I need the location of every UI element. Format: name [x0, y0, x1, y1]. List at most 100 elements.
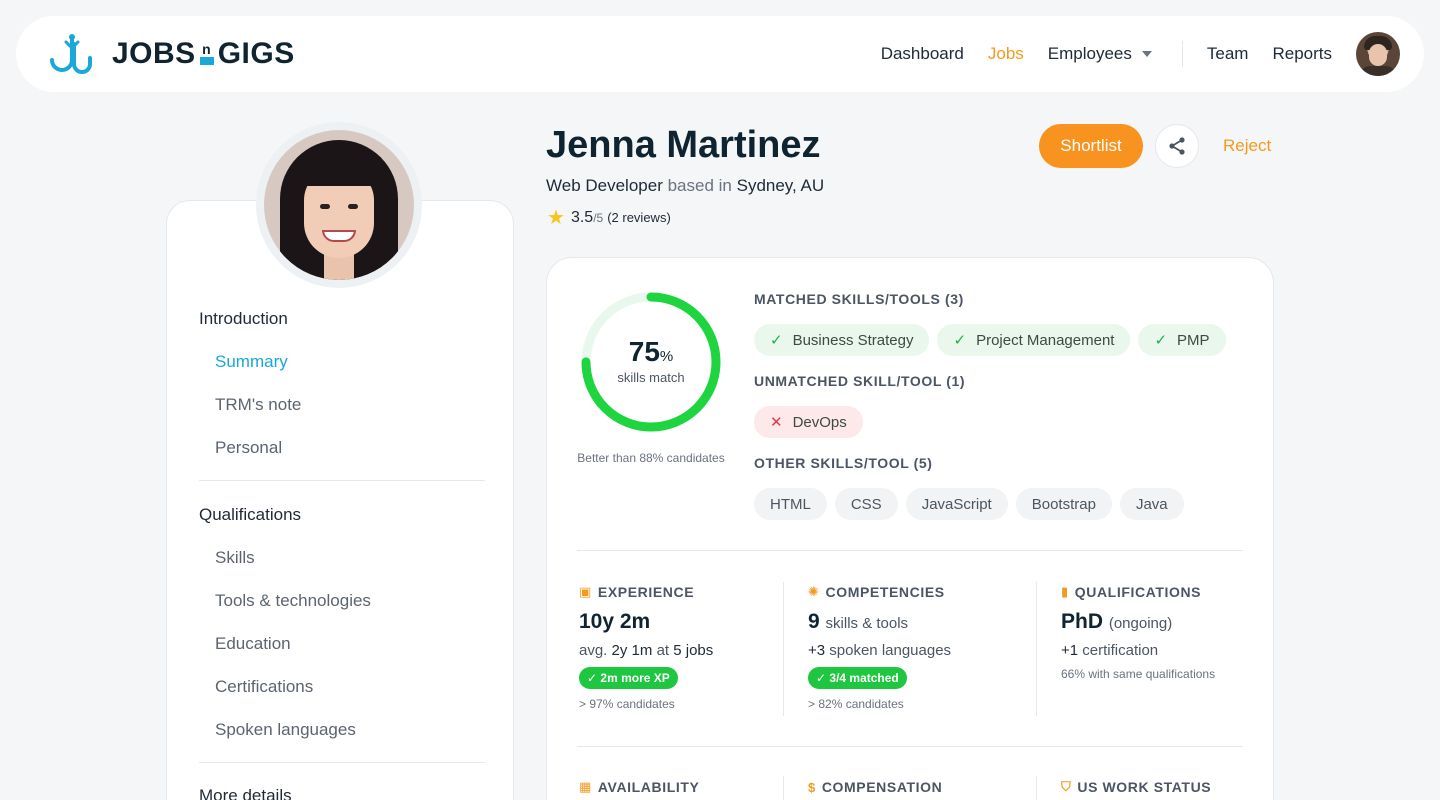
candidate-role: Web Developer — [546, 176, 663, 195]
check-icon: ✓ — [953, 332, 967, 349]
match-label: skills match — [617, 370, 685, 385]
nav-dashboard[interactable]: Dashboard — [881, 44, 964, 64]
brand-logo[interactable]: JOBS n GIGS — [48, 32, 295, 76]
candidate-role-location: Web Developer based in Sydney, AU — [546, 176, 824, 196]
qualifications-value: PhD (ongoing) — [1061, 610, 1173, 633]
sidebar-heading-qualifications[interactable]: Qualifications — [199, 505, 371, 548]
other-skill-chip[interactable]: CSS — [834, 488, 898, 520]
bookmark-icon: ▮ — [1061, 584, 1069, 599]
share-icon — [1169, 137, 1185, 155]
match-skill-chip[interactable]: ✓ Project Management — [937, 324, 1131, 356]
matched-skills-list: ✓ Business Strategy ✓ Project Management ✓ PM… — [754, 324, 1234, 356]
candidate-photo — [256, 122, 422, 288]
check-icon: ✓ — [1154, 332, 1168, 349]
top-navbar: JOBS n GIGS Dashboard Jobs Employees Tea… — [16, 16, 1424, 92]
sidebar-heading-more-details[interactable]: More details — [199, 786, 292, 800]
card-divider — [577, 746, 1243, 747]
nav-employees-label: Employees — [1047, 44, 1132, 63]
candidate-location: Sydney, AU — [736, 176, 825, 195]
matched-skills-title: MATCHED SKILLS/TOOLS (3) — [754, 291, 964, 307]
reject-button[interactable]: Reject — [1223, 136, 1271, 156]
sidebar-heading-introduction[interactable]: Introduction — [199, 309, 301, 352]
brand-wordmark: JOBS n GIGS — [112, 37, 295, 70]
sidebar-qualifications: Qualifications Skills Tools & technologi… — [199, 505, 371, 763]
user-avatar[interactable] — [1356, 32, 1400, 76]
competencies-badge: ✓ 3/4 matched — [808, 667, 907, 689]
sidebar-item-tools[interactable]: Tools & technologies — [199, 591, 371, 634]
sidebar-item-personal[interactable]: Personal — [199, 438, 301, 481]
competencies-languages: +3 spoken languages — [808, 642, 952, 659]
stat-divider — [783, 582, 784, 716]
stat-divider — [783, 776, 784, 800]
skill-chip-label: Project Management — [976, 331, 1115, 349]
match-percent: 75% — [628, 336, 674, 367]
nav-jobs[interactable]: Jobs — [988, 44, 1024, 64]
based-in-label: based in — [667, 176, 732, 195]
other-skill-chip[interactable]: JavaScript — [905, 488, 1008, 520]
calendar-icon: ▦ — [579, 779, 592, 794]
share-button[interactable] — [1155, 124, 1199, 168]
experience-badge: ✓ 2m more XP — [579, 667, 678, 689]
cog-icon: ✺ — [808, 584, 820, 599]
competencies-note: > 82% candidates — [808, 697, 904, 711]
skill-chip-label: Java — [1135, 495, 1168, 513]
card-divider — [577, 550, 1243, 551]
stat-divider — [1036, 582, 1037, 716]
nav-team[interactable]: Team — [1207, 44, 1249, 64]
sidebar-introduction: Introduction Summary TRM's note Personal — [199, 309, 301, 481]
qualifications-title: QUALIFICATIONS — [1074, 584, 1202, 600]
experience-note: > 97% candidates — [579, 697, 675, 711]
sidebar-item-spoken-languages[interactable]: Spoken languages — [199, 720, 371, 763]
rating-max: /5 — [593, 210, 604, 225]
experience-title: EXPERIENCE — [597, 584, 695, 600]
match-comparison-note: Better than 88% candidates — [577, 451, 725, 465]
qualifications-certifications: +1 certification — [1061, 642, 1159, 659]
review-count[interactable]: (2 reviews) — [607, 210, 671, 225]
experience-average: avg. 2y 1m at 5 jobs — [579, 642, 714, 659]
work-status-stat: ⛉ US WORK STATUS — [1061, 779, 1211, 795]
close-icon: ✕ — [770, 414, 783, 431]
skill-chip-label: PMP — [1177, 331, 1210, 349]
availability-title: AVAILABILITY — [597, 779, 700, 795]
jobsngigs-logo-icon — [50, 34, 92, 74]
check-icon: ✓ — [770, 332, 783, 349]
unmatched-skills-title: UNMATCHED SKILL/TOOL (1) — [754, 373, 966, 389]
main-nav: Dashboard Jobs Employees Team Reports — [857, 16, 1332, 92]
other-skill-chip[interactable]: Java — [1119, 488, 1184, 520]
skill-chip-label: CSS — [850, 495, 882, 513]
sidebar-divider — [199, 480, 485, 481]
sidebar-item-education[interactable]: Education — [199, 634, 371, 677]
other-skills-list: HTML CSS JavaScript Bootstrap Java — [754, 488, 1192, 520]
unmatch-skill-chip[interactable]: ✕ DevOps — [754, 406, 863, 438]
sidebar-item-skills[interactable]: Skills — [199, 548, 371, 591]
rating-value: 3.5 — [570, 208, 594, 226]
unmatched-skills-list: ✕ DevOps — [754, 406, 871, 438]
skill-chip-label: DevOps — [792, 413, 847, 431]
sidebar-item-certifications[interactable]: Certifications — [199, 677, 371, 720]
availability-stat: ▦ AVAILABILITY — [579, 779, 699, 795]
shield-check-icon: ⛉ — [1061, 779, 1072, 794]
star-icon: ★ — [547, 207, 565, 229]
sidebar-item-summary[interactable]: Summary — [199, 352, 301, 395]
summary-card: 75% skills match Better than 88% candida… — [546, 257, 1274, 800]
skill-chip-label: Business Strategy — [792, 331, 914, 349]
shortlist-button[interactable]: Shortlist — [1039, 124, 1143, 168]
competencies-stat: ✺ COMPETENCIES 9 skills & tools +3 spoken… — [808, 584, 951, 711]
sidebar-item-trms-note[interactable]: TRM's note — [199, 395, 301, 438]
other-skills-title: OTHER SKILLS/TOOL (5) — [754, 455, 933, 471]
sidebar-divider — [199, 762, 485, 763]
chevron-down-icon — [1141, 51, 1152, 57]
stat-divider — [1036, 776, 1037, 800]
candidate-name: Jenna Martinez — [546, 124, 821, 166]
skill-chip-label: HTML — [770, 495, 811, 513]
nav-divider — [1181, 41, 1183, 67]
nav-reports[interactable]: Reports — [1272, 44, 1332, 64]
match-skill-chip[interactable]: ✓ Business Strategy — [754, 324, 930, 356]
other-skill-chip[interactable]: Bootstrap — [1015, 488, 1112, 520]
dollar-icon: $ — [808, 779, 816, 795]
nav-employees[interactable]: Employees — [1048, 44, 1152, 64]
other-skill-chip[interactable]: HTML — [754, 488, 827, 520]
experience-value: 10y 2m — [579, 610, 651, 633]
match-skill-chip[interactable]: ✓ PMP — [1138, 324, 1226, 356]
experience-stat: ▣ EXPERIENCE 10y 2m avg. 2y 1m at 5 jobs … — [579, 584, 713, 711]
